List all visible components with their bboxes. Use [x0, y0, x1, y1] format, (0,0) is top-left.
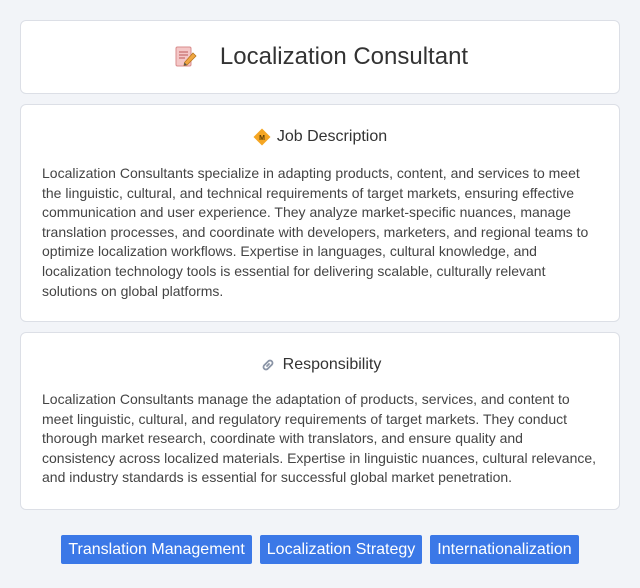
job-description-heading: Job Description — [276, 128, 388, 145]
tag-translation-management[interactable]: Translation Management — [61, 535, 252, 564]
responsibility-header: Responsibility — [21, 354, 619, 376]
responsibility-text: Localization Consultants manage the adap… — [42, 391, 597, 486]
title-card: Localization Consultant — [20, 20, 620, 94]
page-title: Localization Consultant — [219, 43, 469, 70]
document-pencil-icon — [172, 44, 198, 70]
link-icon — [259, 356, 277, 374]
job-description-card: M Job Description Localization Consultan… — [20, 104, 620, 322]
responsibility-card: Responsibility Localization Consultants … — [20, 332, 620, 510]
responsibility-heading: Responsibility — [282, 356, 382, 373]
tag-internationalization[interactable]: Internationalization — [430, 535, 579, 564]
job-description-header: M Job Description — [21, 126, 619, 148]
diamond-badge-icon: M — [253, 128, 271, 146]
svg-text:M: M — [259, 135, 265, 142]
tag-list: Translation Management Localization Stra… — [0, 535, 640, 564]
tag-localization-strategy[interactable]: Localization Strategy — [259, 535, 423, 564]
job-description-text: Localization Consultants specialize in a… — [42, 165, 589, 299]
